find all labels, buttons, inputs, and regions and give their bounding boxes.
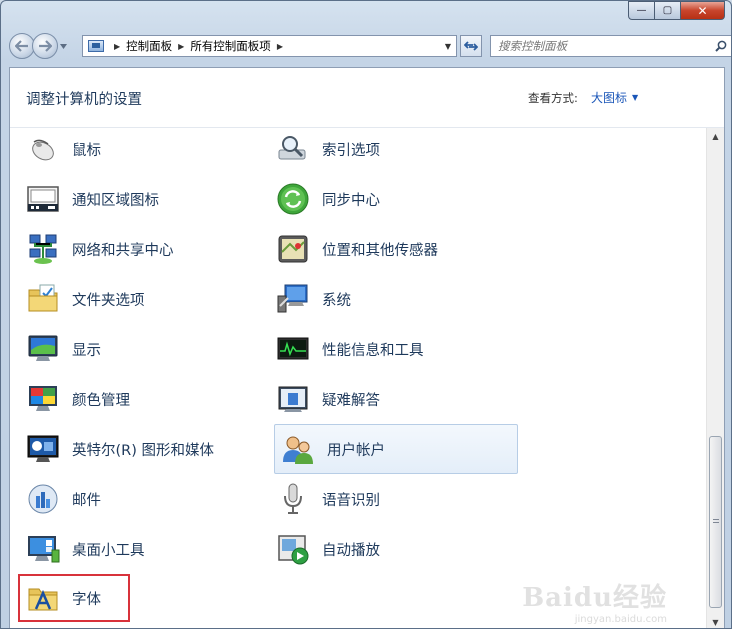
user-accounts-icon (283, 436, 313, 464)
grip-icon (713, 519, 719, 525)
performance-icon (277, 337, 309, 360)
breadcrumb-arrow-icon[interactable]: ▶ (178, 42, 184, 51)
item-label: 位置和其他传感器 (322, 242, 438, 259)
item-label: 自动播放 (322, 542, 380, 559)
item-fonts[interactable]: 字体 (18, 574, 130, 622)
scrollbar-thumb[interactable] (709, 436, 722, 608)
autoplay-icon (278, 535, 309, 565)
maximize-button[interactable]: ▢ (655, 1, 681, 20)
notification-area-icon (27, 186, 59, 212)
view-by-label: 查看方式: (528, 91, 578, 105)
breadcrumb-arrow-icon[interactable]: ▶ (277, 42, 283, 51)
item-sync-center[interactable]: 同步中心 (260, 174, 505, 224)
chevron-down-icon: ▼ (632, 93, 639, 102)
item-label: 疑难解答 (322, 392, 380, 409)
item-label: 网络和共享中心 (72, 242, 174, 259)
breadcrumb-control-panel[interactable]: 控制面板 (126, 38, 172, 54)
location-sensor-icon (278, 235, 308, 263)
recent-pages-dropdown[interactable] (60, 42, 70, 51)
watermark: Baidu经验 jingyan.baidu.com (522, 577, 667, 625)
page-title: 调整计算机的设置 (26, 92, 142, 108)
mail-icon (28, 484, 58, 514)
item-troubleshooting[interactable]: 疑难解答 (260, 374, 505, 424)
item-label: 通知区域图标 (72, 192, 159, 209)
refresh-icon (464, 41, 478, 51)
search-icon[interactable] (715, 40, 727, 52)
indexing-icon (278, 136, 306, 160)
item-network-sharing-center[interactable]: 网络和共享中心 (10, 224, 255, 274)
breadcrumb-arrow-icon[interactable]: ▶ (114, 42, 120, 51)
item-display[interactable]: 显示 (10, 324, 255, 374)
item-label: 显示 (72, 342, 101, 359)
display-icon (28, 335, 58, 361)
chevron-down-icon (60, 43, 67, 49)
address-bar[interactable]: ▶ 控制面板 ▶ 所有控制面板项 ▶ ▼ (82, 35, 457, 57)
view-mode-dropdown[interactable]: 大图标 ▼ (591, 89, 638, 106)
desktop-gadgets-icon (28, 536, 60, 563)
watermark-brand: Baidu经验 (522, 583, 667, 613)
watermark-url: jingyan.baidu.com (574, 614, 667, 625)
control-panel-window: — ▢ ✕ ▶ 控制面板 ▶ 所有控制面板项 ▶ ▼ 搜索控制面板 调整计算机的… (0, 0, 732, 629)
intel-graphics-icon (27, 435, 59, 462)
network-icon (29, 234, 57, 264)
mouse-icon (32, 139, 54, 161)
color-management-icon (29, 386, 57, 411)
forward-button[interactable] (32, 33, 58, 59)
item-label: 桌面小工具 (72, 542, 145, 559)
content-pane: 调整计算机的设置 查看方式: 大图标 ▼ 鼠标 索引选项 通知区域图标 同步中心… (9, 67, 725, 628)
content-header: 调整计算机的设置 查看方式: 大图标 ▼ (10, 68, 724, 128)
item-system[interactable]: 系统 (260, 274, 505, 324)
item-label: 英特尔(R) 图形和媒体 (72, 442, 214, 459)
search-input[interactable] (491, 39, 701, 53)
scroll-up-arrow-icon[interactable]: ▲ (707, 128, 724, 145)
address-dropdown-icon[interactable]: ▼ (445, 42, 451, 51)
sync-center-icon (277, 183, 309, 215)
control-panel-items: 鼠标 索引选项 通知区域图标 同步中心 网络和共享中心 位置和其他传感器 文件夹… (10, 128, 707, 628)
refresh-button[interactable] (460, 35, 482, 57)
item-label: 颜色管理 (72, 392, 130, 409)
item-label: 用户帐户 (327, 442, 385, 459)
microphone-icon (284, 483, 302, 514)
arrow-left-icon (15, 40, 28, 52)
system-icon (277, 284, 308, 313)
breadcrumb-all-items[interactable]: 所有控制面板项 (190, 38, 271, 54)
item-desktop-gadgets[interactable]: 桌面小工具 (10, 524, 255, 574)
item-label: 文件夹选项 (72, 292, 145, 309)
item-performance-tools[interactable]: 性能信息和工具 (260, 324, 505, 374)
fonts-icon (28, 588, 58, 611)
troubleshooting-icon (278, 386, 308, 412)
item-label: 鼠标 (72, 142, 101, 159)
item-indexing-options[interactable]: 索引选项 (260, 128, 505, 174)
item-label: 字体 (72, 591, 101, 608)
item-label: 性能信息和工具 (322, 342, 424, 359)
item-user-accounts[interactable]: 用户帐户 (274, 424, 518, 474)
item-folder-options[interactable]: 文件夹选项 (10, 274, 255, 324)
item-label: 索引选项 (322, 142, 380, 159)
search-box[interactable] (490, 35, 731, 57)
scroll-down-arrow-icon[interactable]: ▼ (707, 614, 724, 628)
item-intel-graphics-media[interactable]: 英特尔(R) 图形和媒体 (10, 424, 255, 474)
item-label: 邮件 (72, 492, 101, 509)
minimize-button[interactable]: — (628, 1, 655, 20)
item-autoplay[interactable]: 自动播放 (260, 524, 505, 574)
item-color-management[interactable]: 颜色管理 (10, 374, 255, 424)
item-mouse[interactable]: 鼠标 (10, 128, 255, 174)
item-label: 系统 (322, 292, 351, 309)
close-button[interactable]: ✕ (681, 1, 725, 20)
control-panel-icon (88, 40, 104, 52)
item-location-sensors[interactable]: 位置和其他传感器 (260, 224, 505, 274)
arrow-right-icon (39, 40, 52, 52)
folder-options-icon (28, 284, 58, 312)
caption-buttons: — ▢ ✕ (628, 1, 725, 20)
navigation-bar: ▶ 控制面板 ▶ 所有控制面板项 ▶ ▼ (9, 31, 731, 61)
item-label: 语音识别 (322, 492, 380, 509)
item-mail[interactable]: 邮件 (10, 474, 255, 524)
item-label: 同步中心 (322, 192, 380, 209)
item-notification-area-icons[interactable]: 通知区域图标 (10, 174, 255, 224)
item-speech-recognition[interactable]: 语音识别 (260, 474, 505, 524)
vertical-scrollbar[interactable]: ▲ ▼ (706, 128, 724, 628)
view-mode-value: 大图标 (591, 91, 628, 105)
